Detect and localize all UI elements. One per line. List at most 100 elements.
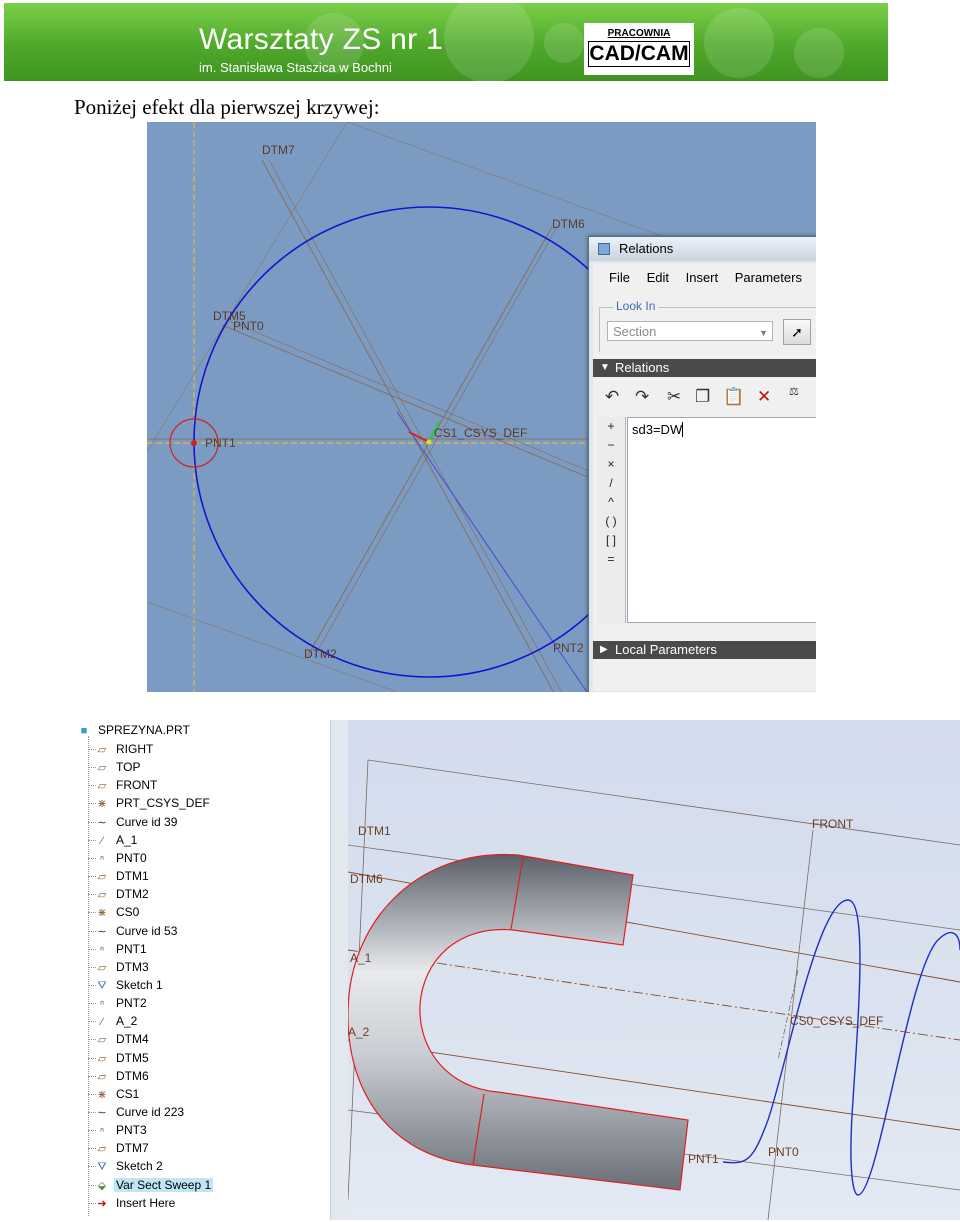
cut-icon[interactable]: ✂ bbox=[667, 387, 681, 407]
op-brackets-button[interactable]: [ ] bbox=[597, 531, 625, 550]
tree-item-curve-id-53[interactable]: ∼ Curve id 53 bbox=[94, 922, 179, 940]
copy-icon[interactable]: ❐ bbox=[695, 387, 710, 407]
op-equals-button[interactable]: = bbox=[597, 550, 625, 569]
tree-item-dtm7[interactable]: ▱ DTM7 bbox=[94, 1139, 151, 1157]
model-graphics: DTM1 FRONT DTM6 A_1 A_2 CS0_CSYS_DEF PNT… bbox=[348, 759, 960, 1220]
tree-item-front[interactable]: ▱ FRONT bbox=[94, 776, 159, 794]
datum-plane-icon: ▱ bbox=[97, 1034, 107, 1047]
banner-decoration bbox=[444, 3, 534, 81]
label-dtm2: DTM2 bbox=[304, 647, 337, 661]
banner-decoration bbox=[704, 8, 774, 78]
menu-file[interactable]: File bbox=[609, 270, 630, 285]
tree-item-label: Insert Here bbox=[116, 1195, 176, 1210]
window-icon bbox=[598, 243, 610, 255]
tree-connector bbox=[88, 736, 89, 1216]
tree-item-label: A_1 bbox=[116, 832, 138, 847]
label-front: FRONT bbox=[812, 817, 854, 831]
tree-item-right[interactable]: ▱ RIGHT bbox=[94, 740, 155, 758]
datum-plane-icon: ▱ bbox=[97, 762, 107, 775]
tree-item-pnt3[interactable]: ⁿ PNT3 bbox=[94, 1121, 149, 1139]
banner-subtitle: im. Stanisława Staszica w Bochni bbox=[199, 60, 392, 75]
label-a2: A_2 bbox=[348, 1025, 370, 1039]
relations-section-header[interactable]: ▼ Relations bbox=[593, 359, 816, 377]
op-power-button[interactable]: ^ bbox=[597, 493, 625, 512]
tree-item-prt-csys-def[interactable]: ⋇ PRT_CSYS_DEF bbox=[94, 794, 212, 812]
op-multiply-button[interactable]: × bbox=[597, 455, 625, 474]
delete-icon[interactable]: ✕ bbox=[757, 387, 771, 407]
tree-item-curve-id-223[interactable]: ∼ Curve id 223 bbox=[94, 1103, 186, 1121]
operators-panel: + − × / ^ ( ) [ ] = bbox=[597, 417, 626, 623]
banner-decoration bbox=[794, 28, 844, 78]
tree-item-cs1[interactable]: ⋇ CS1 bbox=[94, 1085, 141, 1103]
tree-item-dtm5[interactable]: ▱ DTM5 bbox=[94, 1049, 151, 1067]
tree-item-var-sect-sweep-1[interactable]: ⬙ Var Sect Sweep 1 bbox=[94, 1176, 214, 1194]
curve-icon: ∼ bbox=[97, 816, 107, 829]
tree-item-cs0[interactable]: ⋇ CS0 bbox=[94, 903, 141, 921]
sketch-icon: ⛛ bbox=[97, 979, 107, 992]
tree-item-top[interactable]: ▱ TOP bbox=[94, 758, 142, 776]
splitter-bar[interactable] bbox=[330, 720, 349, 1220]
menu-parameters[interactable]: Parameters bbox=[735, 270, 802, 285]
evaluate-icon[interactable]: ⚖ bbox=[789, 385, 799, 398]
local-parameters-header[interactable]: ▶ Local Parameters bbox=[593, 641, 816, 659]
relations-menu-bar: File Edit Insert Parameters bbox=[593, 267, 816, 289]
redo-icon[interactable]: ↷ bbox=[635, 387, 649, 407]
datum-point-icon: ⁿ bbox=[99, 943, 104, 956]
tree-item-curve-id-39[interactable]: ∼ Curve id 39 bbox=[94, 813, 179, 831]
tree-item-label: RIGHT bbox=[116, 742, 154, 756]
relations-dialog[interactable]: Relations File Edit Insert Parameters Lo… bbox=[588, 236, 816, 692]
model-tree[interactable]: ■ SPREZYNA.PRT ▱ RIGHT ▱ TOP ▱ FRONT ⋇ PRT_CSYS_… bbox=[74, 720, 331, 1220]
tree-item-a-2[interactable]: ⁄ A_2 bbox=[94, 1012, 139, 1030]
datum-plane-icon: ▱ bbox=[97, 961, 107, 974]
tree-item-dtm2[interactable]: ▱ DTM2 bbox=[94, 885, 151, 903]
paste-icon[interactable]: 📋 bbox=[723, 387, 744, 407]
op-divide-button[interactable]: / bbox=[597, 474, 625, 493]
tree-item-a-1[interactable]: ⁄ A_1 bbox=[94, 831, 139, 849]
tree-item-insert-here[interactable]: ➜ Insert Here bbox=[94, 1194, 177, 1212]
sketch-icon: ⛛ bbox=[97, 1161, 107, 1174]
section-select[interactable]: Section ▼ bbox=[607, 321, 773, 341]
badge-top-text: PRACOWNIA bbox=[607, 28, 671, 39]
local-parameters-label: Local Parameters bbox=[615, 642, 717, 657]
tree-item-dtm3[interactable]: ▱ DTM3 bbox=[94, 958, 151, 976]
label-dtm6: DTM6 bbox=[350, 872, 383, 886]
tree-item-label: CS1 bbox=[116, 1086, 140, 1101]
menu-insert[interactable]: Insert bbox=[686, 270, 719, 285]
tree-item-label: CS0 bbox=[116, 905, 140, 920]
label-dtm1: DTM1 bbox=[358, 824, 391, 838]
op-plus-button[interactable]: + bbox=[597, 417, 625, 436]
tree-item-dtm4[interactable]: ▱ DTM4 bbox=[94, 1030, 151, 1048]
tree-item-dtm6[interactable]: ▱ DTM6 bbox=[94, 1067, 151, 1085]
datum-plane-icon: ▱ bbox=[97, 780, 107, 793]
tree-item-pnt1[interactable]: ⁿ PNT1 bbox=[94, 940, 149, 958]
section-placeholder: Section bbox=[613, 324, 657, 339]
tree-item-pnt0[interactable]: ⁿ PNT0 bbox=[94, 849, 149, 867]
insert-arrow-icon: ➜ bbox=[97, 1197, 107, 1210]
op-parens-button[interactable]: ( ) bbox=[597, 512, 625, 531]
tree-item-label: DTM5 bbox=[116, 1050, 149, 1065]
sweep-icon: ⬙ bbox=[97, 1179, 107, 1192]
tree-item-sketch-2[interactable]: ⛛ Sketch 2 bbox=[94, 1157, 165, 1175]
datum-plane-icon: ▱ bbox=[97, 871, 107, 884]
relations-title-bar[interactable]: Relations bbox=[589, 237, 816, 261]
tree-item-dtm1[interactable]: ▱ DTM1 bbox=[94, 867, 151, 885]
label-cs1-csys-def: CS1_CSYS_DEF bbox=[434, 426, 527, 440]
axis-icon: ⁄ bbox=[101, 834, 103, 847]
tree-item-label: Curve id 223 bbox=[116, 1105, 185, 1119]
csys-icon: ⋇ bbox=[97, 798, 107, 811]
tree-item-pnt2[interactable]: ⁿ PNT2 bbox=[94, 994, 149, 1012]
collapse-triangle-icon: ▶ bbox=[600, 644, 608, 655]
sketch-viewport[interactable]: DTM7 DTM6 DTM5 PNT0 CS1_CSYS_DEF PNT1 DT… bbox=[147, 122, 816, 692]
model-viewport[interactable]: DTM1 FRONT DTM6 A_1 A_2 CS0_CSYS_DEF PNT… bbox=[348, 720, 960, 1220]
tree-item-sketch-1[interactable]: ⛛ Sketch 1 bbox=[94, 976, 165, 994]
tree-item-label: DTM7 bbox=[116, 1141, 149, 1156]
tree-root[interactable]: ■ SPREZYNA.PRT bbox=[76, 721, 192, 739]
tree-item-label: Curve id 39 bbox=[116, 814, 178, 829]
text-cursor bbox=[682, 422, 687, 437]
cursor-arrow-icon: ➚ bbox=[791, 324, 803, 340]
op-minus-button[interactable]: − bbox=[597, 436, 625, 455]
pick-arrow-button[interactable]: ➚ bbox=[783, 319, 811, 345]
undo-icon[interactable]: ↶ bbox=[605, 387, 619, 407]
menu-edit[interactable]: Edit bbox=[647, 270, 669, 285]
relations-editor[interactable]: sd3=DW bbox=[627, 417, 816, 623]
